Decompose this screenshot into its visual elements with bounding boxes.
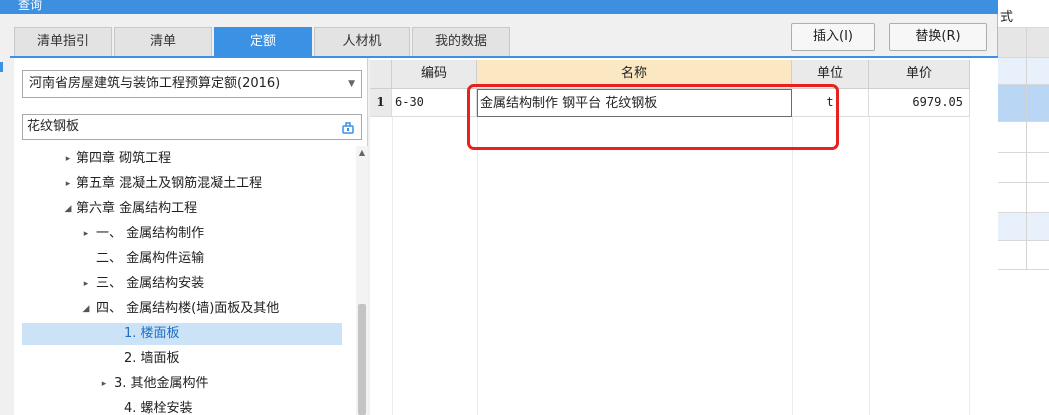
column-header-code[interactable]: 编码 — [392, 60, 477, 89]
background-window: 式 — [998, 0, 1049, 415]
tree-node-label: 二、 金属构件运输 — [96, 251, 205, 266]
expand-arrow-icon[interactable]: ▸ — [80, 223, 92, 245]
background-row — [998, 182, 1049, 212]
tree-node[interactable]: 二、 金属构件运输 — [22, 248, 342, 270]
tree-node-label: 第四章 砌筑工程 — [76, 151, 172, 166]
tree-node[interactable]: 2. 墙面板 — [22, 348, 342, 370]
quota-code-cell[interactable]: 6-30 — [392, 89, 477, 117]
dialog-title: 查询 — [18, 0, 43, 12]
expand-arrow-icon[interactable]: ▸ — [62, 173, 74, 195]
tree-node[interactable]: 4. 螺栓安装 — [22, 398, 342, 415]
background-row — [998, 240, 1049, 270]
tree-node-label: 4. 螺栓安装 — [124, 401, 193, 415]
insert-button[interactable]: 插入(I) — [791, 23, 875, 51]
search-icon[interactable] — [341, 120, 355, 134]
tab-bill[interactable]: 清单 — [114, 27, 212, 56]
tree-node[interactable]: ▸ 三、 金属结构安装 — [22, 273, 342, 295]
annotation-highlight-box — [467, 84, 839, 150]
tree-node[interactable]: ▸ 第四章 砌筑工程 — [22, 148, 342, 170]
background-row — [998, 27, 1049, 57]
quota-tree-panel: 河南省房屋建筑与装饰工程预算定额(2016) ▼ 花纹钢板 ▸ 第四章 砌筑工程 ▸… — [14, 58, 368, 415]
dialog-titlebar[interactable]: 查询 — [0, 0, 998, 14]
background-column-header: 式 — [1000, 10, 1014, 25]
grid-divider — [869, 117, 870, 415]
tree-node-label: 2. 墙面板 — [124, 351, 180, 366]
tree-node-label: 第五章 混凝土及钢筋混凝土工程 — [76, 176, 263, 191]
quota-library-select[interactable]: 河南省房屋建筑与装饰工程预算定额(2016) ▼ — [22, 70, 362, 98]
tree-node-label: 1. 楼面板 — [124, 326, 180, 341]
edge-marker — [0, 62, 3, 72]
grid-divider — [392, 117, 393, 415]
tree-node[interactable]: ▸ 第五章 混凝土及钢筋混凝土工程 — [22, 173, 342, 195]
background-divider — [1026, 27, 1027, 270]
tree-node[interactable]: ◢ 四、 金属结构楼(墙)面板及其他 — [22, 298, 342, 320]
expand-arrow-icon[interactable]: ▸ — [98, 373, 110, 395]
tree-node[interactable]: ▸ 一、 金属结构制作 — [22, 223, 342, 245]
row-number: 1 — [370, 89, 392, 117]
collapse-arrow-icon[interactable]: ◢ — [62, 198, 74, 220]
tree-scrollbar[interactable]: ▲ — [356, 146, 368, 415]
background-row — [998, 84, 1049, 121]
tree-node-label: 三、 金属结构安装 — [96, 276, 205, 291]
tree-node-label: 一、 金属结构制作 — [96, 226, 205, 241]
grid-divider — [792, 117, 793, 415]
quota-price-cell[interactable]: 6979.05 — [869, 89, 970, 117]
tab-my-data[interactable]: 我的数据 — [412, 27, 510, 56]
background-row — [998, 212, 1049, 240]
quota-library-value: 河南省房屋建筑与装饰工程预算定额(2016) — [29, 76, 281, 91]
chevron-down-icon[interactable]: ▼ — [348, 71, 355, 97]
expand-arrow-icon[interactable]: ▸ — [62, 148, 74, 170]
grid-divider — [477, 117, 478, 415]
replace-button[interactable]: 替换(R) — [889, 23, 987, 51]
scrollbar-thumb[interactable] — [358, 304, 366, 415]
tab-bill-guide[interactable]: 清单指引 — [14, 27, 112, 56]
search-value: 花纹钢板 — [27, 119, 80, 134]
grid-divider — [969, 117, 970, 415]
tree-node[interactable]: ▸ 3. 其他金属构件 — [22, 373, 342, 395]
collapse-arrow-icon[interactable]: ◢ — [80, 298, 92, 320]
tab-labor-material-machine[interactable]: 人材机 — [314, 27, 410, 56]
search-input[interactable]: 花纹钢板 — [22, 114, 362, 140]
scroll-up-icon[interactable]: ▲ — [356, 146, 368, 160]
row-number-header — [370, 60, 392, 89]
tree-node-label: 四、 金属结构楼(墙)面板及其他 — [96, 301, 280, 316]
column-header-price[interactable]: 单价 — [869, 60, 970, 89]
query-dialog: 查询 清单指引 清单 定额 人材机 我的数据 插入(I) 替换(R) 河南省房屋… — [0, 0, 998, 415]
background-row — [998, 57, 1049, 84]
tree-node[interactable]: ◢ 第六章 金属结构工程 — [22, 198, 342, 220]
tab-quota[interactable]: 定额 — [214, 27, 312, 56]
background-row — [998, 121, 1049, 152]
tree-node-selected[interactable]: 1. 楼面板 — [22, 323, 342, 345]
expand-arrow-icon[interactable]: ▸ — [80, 273, 92, 295]
background-row — [998, 152, 1049, 182]
chapter-tree: ▸ 第四章 砌筑工程 ▸ 第五章 混凝土及钢筋混凝土工程 ◢ 第六章 金属结构工程 ▸ 一、 … — [22, 146, 342, 415]
tree-node-label: 第六章 金属结构工程 — [76, 201, 198, 216]
tree-node-label: 3. 其他金属构件 — [114, 376, 209, 391]
